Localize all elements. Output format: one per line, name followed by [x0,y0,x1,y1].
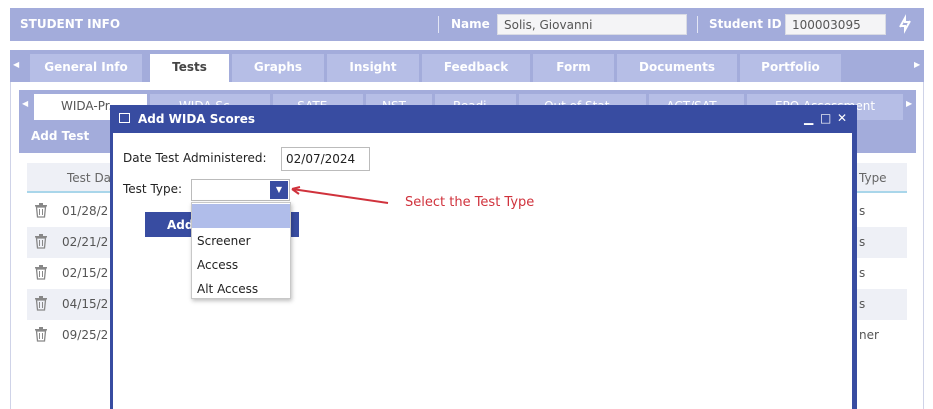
col-type[interactable]: Type [859,171,887,185]
name-label: Name [451,17,490,31]
option-alt-access[interactable]: Alt Access [192,276,290,300]
sub-scroll-right-icon[interactable]: ▶ [906,99,912,108]
student-id-field[interactable]: 100003095 [785,14,886,35]
test-type-dropdown: Screener Access Alt Access [191,202,291,299]
col-test-date[interactable]: Test Da [67,171,111,185]
trash-icon[interactable] [34,327,50,343]
trash-icon[interactable] [34,234,50,250]
row-type: s [859,266,866,280]
test-type-select[interactable]: ▼ [191,179,290,201]
dialog-title: Add WIDA Scores [138,112,255,126]
option-screener[interactable]: Screener [192,228,290,252]
tab-tests[interactable]: Tests [150,54,229,82]
chevron-down-icon[interactable]: ▼ [270,181,288,199]
divider [697,16,698,33]
annotation-arrow [291,186,389,204]
trash-icon[interactable] [34,265,50,281]
option-blank[interactable] [192,204,290,228]
tab-documents[interactable]: Documents [617,54,737,82]
date-administered-input[interactable]: 02/07/2024 [281,147,370,171]
tab-feedback[interactable]: Feedback [422,54,530,82]
tab-graphs[interactable]: Graphs [232,54,324,82]
header-title: STUDENT INFO [20,17,121,31]
tab-general-info[interactable]: General Info [30,54,142,82]
row-date: 09/25/2 [62,328,109,342]
row-type: s [859,297,866,311]
window-icon [119,113,130,123]
row-date: 02/21/2 [62,235,109,249]
name-field[interactable]: Solis, Giovanni [497,14,687,35]
option-access[interactable]: Access [192,252,290,276]
divider [438,16,439,33]
scroll-right-icon[interactable]: ▶ [914,60,920,69]
student-id-label: Student ID [709,17,782,31]
row-date: 04/15/2 [62,297,109,311]
row-type: s [859,204,866,218]
tab-portfolio[interactable]: Portfolio [740,54,841,82]
main-tab-bar: ◀ General Info Tests Graphs Insight Feed… [10,50,924,82]
trash-icon[interactable] [34,203,50,219]
tab-insight[interactable]: Insight [327,54,419,82]
trash-icon[interactable] [34,296,50,312]
minimize-icon[interactable]: ▁ [804,111,813,125]
test-type-label: Test Type: [123,182,183,196]
row-date: 02/15/2 [62,266,109,280]
row-type: ner [859,328,879,342]
maximize-icon[interactable]: □ [820,111,831,125]
add-button-label: Add [167,218,194,232]
row-date: 01/28/2 [62,204,109,218]
close-icon[interactable]: ✕ [837,111,847,125]
student-info-header: STUDENT INFO Name Solis, Giovanni Studen… [10,8,924,41]
refresh-icon[interactable] [894,14,916,36]
row-type: s [859,235,866,249]
tab-form[interactable]: Form [533,54,614,82]
sub-scroll-left-icon[interactable]: ◀ [22,99,28,108]
add-test-label[interactable]: Add Test [31,129,89,143]
annotation-text: Select the Test Type [405,195,535,210]
scroll-left-icon[interactable]: ◀ [13,60,19,69]
date-administered-label: Date Test Administered: [123,151,267,165]
